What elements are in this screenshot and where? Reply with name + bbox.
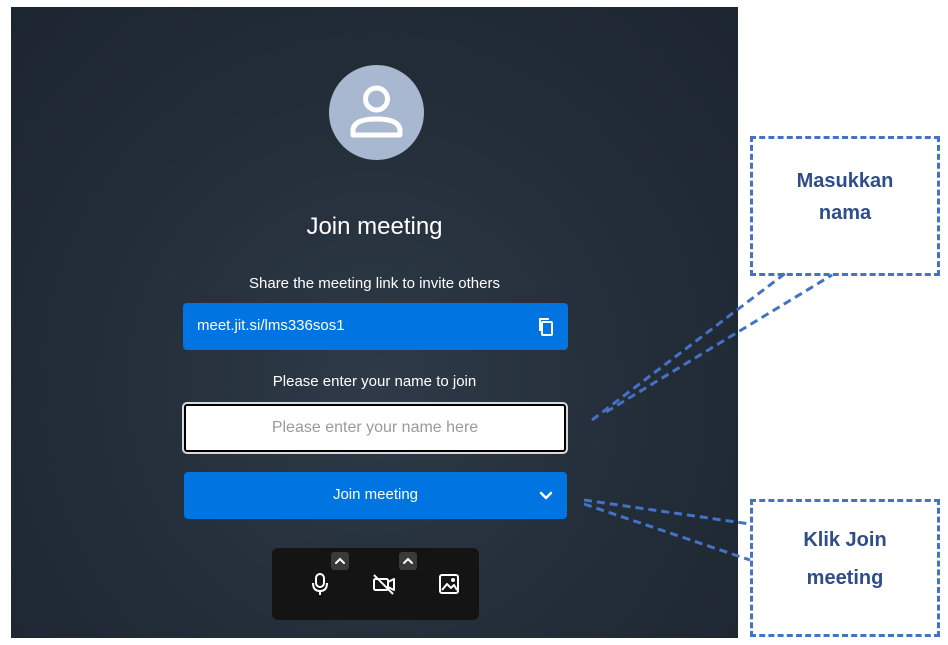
- annotation-enter-name: Masukkan nama: [750, 136, 940, 276]
- annotation-click-join-line2: meeting: [806, 567, 884, 589]
- annotation-enter-name-line1: Masukkan: [796, 170, 894, 192]
- annotation-enter-name-line2: nama: [818, 202, 872, 224]
- annotation-click-join-line1: Klik Join: [803, 529, 887, 551]
- annotation-click-join: Klik Join meeting: [750, 499, 940, 637]
